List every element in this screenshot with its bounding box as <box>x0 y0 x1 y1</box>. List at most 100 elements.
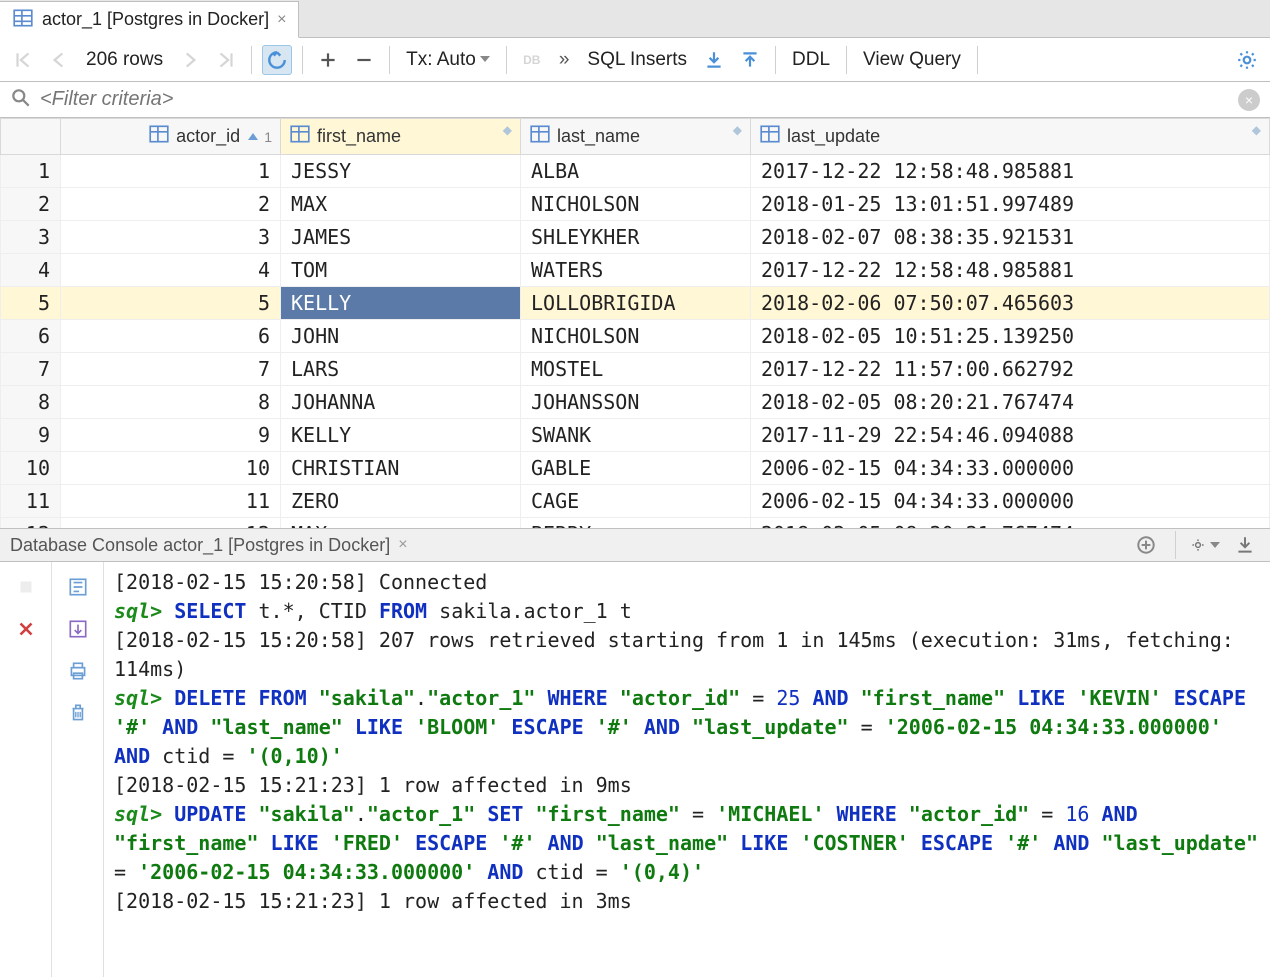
cell[interactable]: CAGE <box>521 485 751 518</box>
cell[interactable]: CHRISTIAN <box>281 452 521 485</box>
prev-page-button[interactable] <box>44 45 74 75</box>
export-button[interactable] <box>735 45 765 75</box>
cell[interactable]: LOLLOBRIGIDA <box>521 287 751 320</box>
table-row[interactable]: 99KELLYSWANK2017-11-29 22:54:46.094088 <box>1 419 1270 452</box>
print-button[interactable] <box>61 654 95 688</box>
download-button[interactable] <box>1230 530 1260 560</box>
cell[interactable]: 10 <box>1 452 61 485</box>
ddl-button[interactable]: DDL <box>786 49 836 71</box>
corner-cell[interactable] <box>1 119 61 155</box>
table-row[interactable]: 11JESSYALBA2017-12-22 12:58:48.985881 <box>1 155 1270 188</box>
cell[interactable]: 2018-02-06 07:50:07.465603 <box>751 287 1270 320</box>
console-output[interactable]: [2018-02-15 15:20:58] Connectedsql> SELE… <box>104 562 1270 977</box>
cell[interactable]: 2006-02-15 04:34:33.000000 <box>751 452 1270 485</box>
cell[interactable]: LARS <box>281 353 521 386</box>
cell[interactable]: KELLY <box>281 287 521 320</box>
sort-handle-icon[interactable]: ◆ <box>733 123 742 137</box>
close-icon[interactable]: × <box>398 536 407 554</box>
cell[interactable]: 2018-01-25 13:01:51.997489 <box>751 188 1270 221</box>
cell[interactable]: 2018-02-05 08:20:21.767474 <box>751 386 1270 419</box>
first-page-button[interactable] <box>8 45 38 75</box>
cell[interactable]: KELLY <box>281 419 521 452</box>
cell[interactable]: 10 <box>61 452 281 485</box>
cell[interactable]: JAMES <box>281 221 521 254</box>
cell[interactable]: 2 <box>1 188 61 221</box>
cell[interactable]: 2006-02-15 04:34:33.000000 <box>751 485 1270 518</box>
close-icon[interactable]: × <box>277 11 286 29</box>
sql-inserts-dropdown[interactable]: SQL Inserts <box>581 49 693 71</box>
cell[interactable]: 4 <box>1 254 61 287</box>
cell[interactable]: ALBA <box>521 155 751 188</box>
cell[interactable]: NICHOLSON <box>521 188 751 221</box>
column-header-first-name[interactable]: first_name ◆ <box>281 119 521 155</box>
table-row[interactable]: 44TOMWATERS2017-12-22 12:58:48.985881 <box>1 254 1270 287</box>
cell[interactable]: 2017-12-22 12:58:48.985881 <box>751 254 1270 287</box>
cell[interactable]: 2018-02-05 08:20:21.767474 <box>751 518 1270 529</box>
cell[interactable]: 9 <box>61 419 281 452</box>
remove-row-button[interactable] <box>349 45 379 75</box>
cell[interactable]: 2 <box>61 188 281 221</box>
cell[interactable]: 4 <box>61 254 281 287</box>
cell[interactable]: WATERS <box>521 254 751 287</box>
cell[interactable]: 12 <box>61 518 281 529</box>
table-row[interactable]: 88JOHANNAJOHANSSON2018-02-05 08:20:21.76… <box>1 386 1270 419</box>
cell[interactable]: 9 <box>1 419 61 452</box>
sort-handle-icon[interactable]: ◆ <box>1252 123 1261 137</box>
tab-actor-1[interactable]: actor_1 [Postgres in Docker] × <box>0 1 299 38</box>
cell[interactable]: MOSTEL <box>521 353 751 386</box>
import-button[interactable] <box>699 45 729 75</box>
cell[interactable]: JESSY <box>281 155 521 188</box>
table-row[interactable]: 1010CHRISTIANGABLE2006-02-15 04:34:33.00… <box>1 452 1270 485</box>
tx-mode-dropdown[interactable]: Tx: Auto <box>400 49 496 71</box>
cell[interactable]: BERRY <box>521 518 751 529</box>
view-query-button[interactable]: View Query <box>857 49 967 71</box>
add-row-button[interactable] <box>313 45 343 75</box>
cell[interactable]: 5 <box>1 287 61 320</box>
clear-button[interactable] <box>61 696 95 730</box>
cell[interactable]: 3 <box>1 221 61 254</box>
clear-filter-button[interactable]: × <box>1238 89 1260 111</box>
cell[interactable]: 2018-02-05 10:51:25.139250 <box>751 320 1270 353</box>
settings-button[interactable] <box>1232 45 1262 75</box>
table-row[interactable]: 77LARSMOSTEL2017-12-22 11:57:00.662792 <box>1 353 1270 386</box>
cell[interactable]: 6 <box>61 320 281 353</box>
cell[interactable]: 6 <box>1 320 61 353</box>
table-row[interactable]: 66JOHNNICHOLSON2018-02-05 10:51:25.13925… <box>1 320 1270 353</box>
cell[interactable]: NICHOLSON <box>521 320 751 353</box>
table-row[interactable]: 22MAXNICHOLSON2018-01-25 13:01:51.997489 <box>1 188 1270 221</box>
table-row[interactable]: 1111ZEROCAGE2006-02-15 04:34:33.000000 <box>1 485 1270 518</box>
cell[interactable]: 1 <box>61 155 281 188</box>
cell[interactable]: JOHANSSON <box>521 386 751 419</box>
cell[interactable]: JOHANNA <box>281 386 521 419</box>
console-settings-button[interactable] <box>1190 530 1220 560</box>
cell[interactable]: 5 <box>61 287 281 320</box>
cell[interactable]: 2017-11-29 22:54:46.094088 <box>751 419 1270 452</box>
cell[interactable]: GABLE <box>521 452 751 485</box>
cell[interactable]: ZERO <box>281 485 521 518</box>
table-row[interactable]: 33JAMESSHLEYKHER2018-02-07 08:38:35.9215… <box>1 221 1270 254</box>
submit-button[interactable]: DB <box>517 45 547 75</box>
cell[interactable]: 7 <box>61 353 281 386</box>
table-row[interactable]: 55KELLYLOLLOBRIGIDA2018-02-06 07:50:07.4… <box>1 287 1270 320</box>
cell[interactable]: 11 <box>61 485 281 518</box>
cell[interactable]: MAX <box>281 518 521 529</box>
output-button[interactable] <box>61 612 95 646</box>
cell[interactable]: JOHN <box>281 320 521 353</box>
column-header-actor-id[interactable]: actor_id 1 <box>61 119 281 155</box>
column-header-last-update[interactable]: last_update ◆ <box>751 119 1270 155</box>
column-header-last-name[interactable]: last_name ◆ <box>521 119 751 155</box>
cell[interactable]: 12 <box>1 518 61 529</box>
table-row[interactable]: 1212MAXBERRY2018-02-05 08:20:21.767474 <box>1 518 1270 529</box>
cell[interactable]: 2018-02-07 08:38:35.921531 <box>751 221 1270 254</box>
cell[interactable]: 2017-12-22 11:57:00.662792 <box>751 353 1270 386</box>
cell[interactable]: SHLEYKHER <box>521 221 751 254</box>
next-page-button[interactable] <box>175 45 205 75</box>
sort-handle-icon[interactable]: ◆ <box>503 123 512 137</box>
more-button[interactable]: » <box>553 49 576 71</box>
cell[interactable]: 1 <box>1 155 61 188</box>
cancel-button[interactable] <box>9 612 43 646</box>
refresh-button[interactable] <box>262 45 292 75</box>
cell[interactable]: 3 <box>61 221 281 254</box>
cell[interactable]: 8 <box>1 386 61 419</box>
stop-button[interactable] <box>9 570 43 604</box>
